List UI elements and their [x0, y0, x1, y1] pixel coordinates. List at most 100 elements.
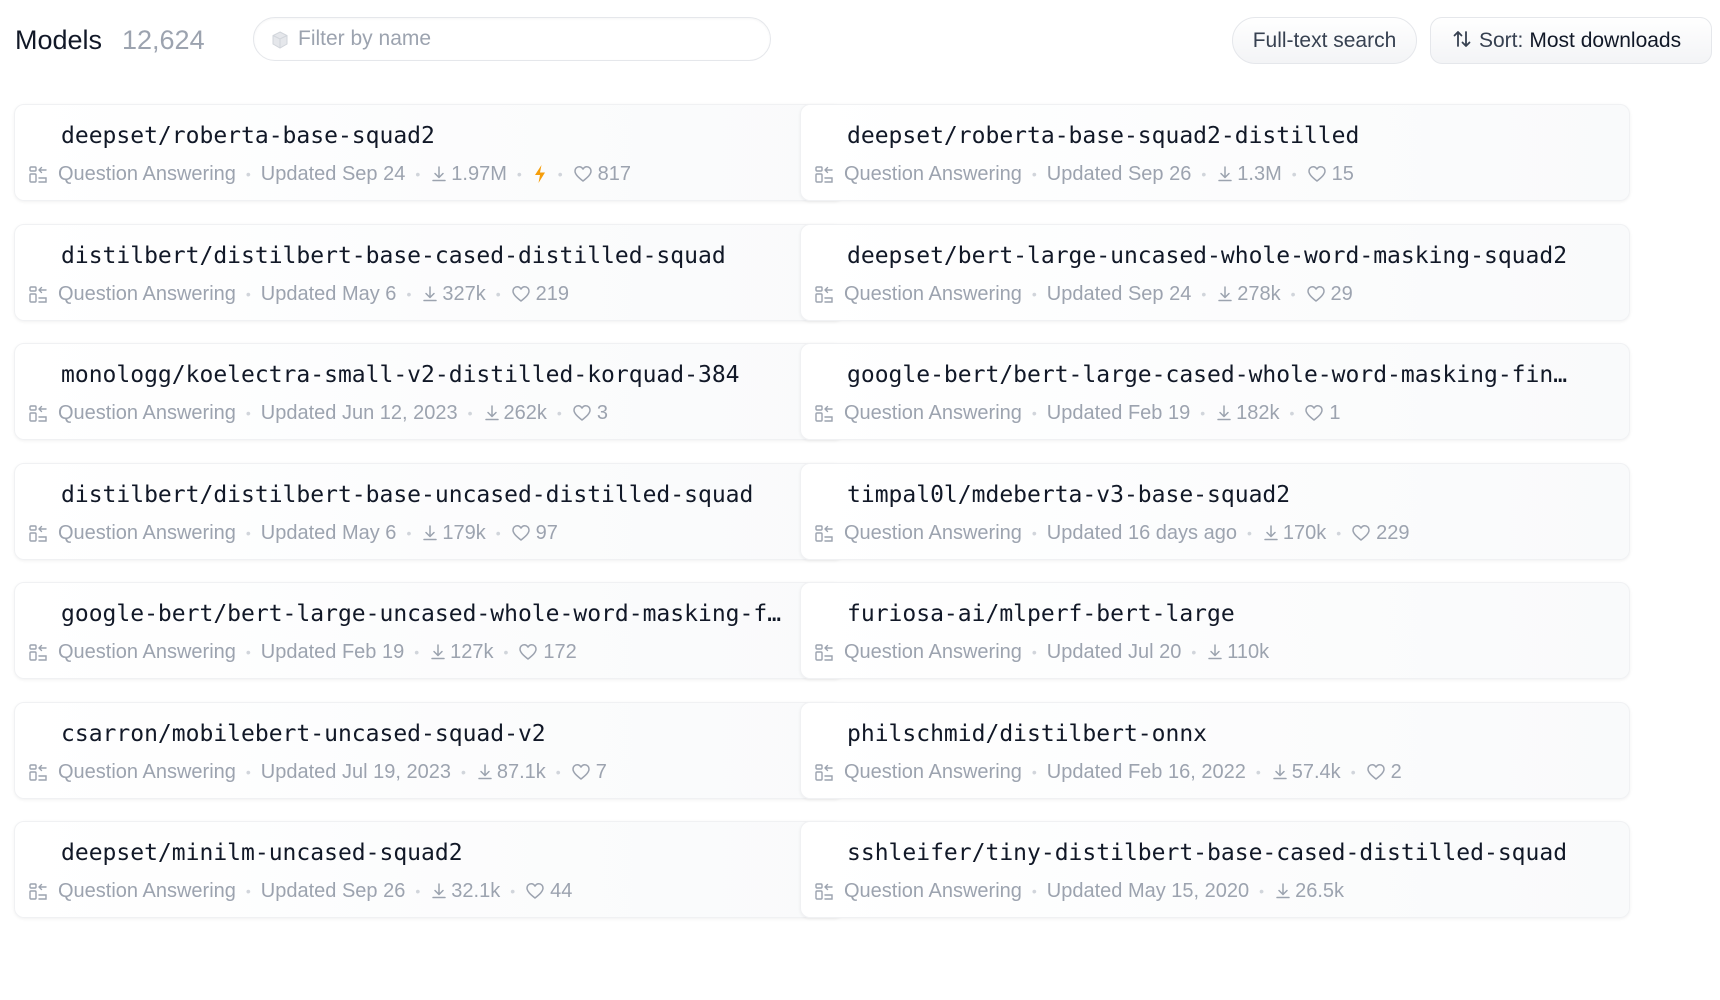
model-card[interactable]: distilbert/distilbert-base-uncased-disti… [14, 463, 844, 560]
updated-label: Updated Sep 24 [260, 162, 406, 185]
task-label: Question Answering [844, 162, 1022, 185]
heart-icon [526, 883, 544, 899]
model-card[interactable]: sshleifer/tiny-distilbert-base-cased-dis… [800, 821, 1630, 918]
heart-icon [571, 764, 590, 780]
model-card[interactable]: deepset/bert-large-uncased-whole-word-ma… [800, 224, 1630, 321]
model-name[interactable]: sshleifer/tiny-distilbert-base-cased-dis… [847, 838, 1615, 868]
separator-dot: • [245, 764, 251, 780]
models-header: Models 12,624 Full-text search Sort:Most… [0, 0, 1720, 82]
separator-dot: • [556, 405, 562, 421]
downloads-count: 179k [442, 521, 486, 544]
likes-count: 44 [550, 879, 573, 902]
separator-dot: • [1031, 405, 1037, 421]
model-name[interactable]: csarron/mobilebert-uncased-squad-v2 [61, 719, 829, 749]
task-label: Question Answering [844, 640, 1022, 663]
model-name[interactable]: deepset/minilm-uncased-squad2 [61, 838, 829, 868]
download-icon [431, 644, 445, 660]
likes-count: 2 [1390, 760, 1402, 783]
model-meta: Question Answering • Updated Sep 26 • 1.3M • 1… [814, 161, 1354, 187]
downloads-count: 278k [1237, 282, 1281, 305]
updated-label: Updated Feb 16, 2022 [1046, 760, 1246, 783]
question-answering-icon [29, 285, 47, 303]
downloads-count: 1.97M [451, 162, 507, 185]
model-name[interactable]: deepset/roberta-base-squad2 [61, 121, 829, 151]
download-icon [1264, 525, 1278, 541]
updated-label: Updated May 6 [260, 282, 397, 305]
likes-count: 172 [543, 640, 577, 663]
download-icon [423, 525, 438, 541]
model-meta: Question Answering • Updated Jul 19, 2023 •… [28, 759, 607, 785]
model-card[interactable]: google-bert/bert-large-cased-whole-word-… [800, 343, 1630, 440]
separator-dot: • [414, 644, 420, 660]
likes-count: 1 [1329, 401, 1341, 424]
task-label: Question Answering [58, 879, 236, 902]
model-name[interactable]: timpal0l/mdeberta-v3-base-squad2 [847, 480, 1615, 510]
task-label: Question Answering [844, 282, 1022, 305]
updated-label: Updated Jul 19, 2023 [260, 760, 451, 783]
heart-icon [519, 644, 538, 660]
separator-dot: • [1291, 166, 1297, 182]
download-icon [432, 166, 447, 182]
likes-count: 3 [596, 401, 608, 424]
task-label: Question Answering [58, 162, 236, 185]
heart-icon [573, 166, 592, 182]
question-answering-icon [29, 404, 47, 422]
model-card[interactable]: deepset/roberta-base-squad2 Question Answ… [14, 104, 844, 201]
question-answering-icon [815, 643, 833, 661]
model-card[interactable]: csarron/mobilebert-uncased-squad-v2 Quest… [14, 702, 844, 799]
model-name[interactable]: distilbert/distilbert-base-cased-distill… [61, 241, 829, 271]
model-name[interactable]: monologg/koelectra-small-v2-distilled-ko… [61, 360, 829, 390]
full-text-search-button[interactable]: Full-text search [1232, 17, 1417, 64]
sort-value: Most downloads [1529, 29, 1682, 52]
task-label: Question Answering [58, 282, 236, 305]
separator-dot: • [1201, 286, 1207, 302]
download-icon [1218, 166, 1233, 182]
heart-icon [1366, 764, 1385, 780]
model-card[interactable]: deepset/minilm-uncased-squad2 Question An… [14, 821, 844, 918]
heart-icon [511, 286, 530, 302]
model-name[interactable]: deepset/bert-large-uncased-whole-word-ma… [847, 241, 1615, 271]
separator-dot: • [510, 883, 516, 899]
question-answering-icon [815, 763, 833, 781]
model-meta: Question Answering • Updated Sep 24 • 1.97M •… [28, 161, 631, 187]
model-name[interactable]: philschmid/distilbert-onnx [847, 719, 1615, 749]
model-card[interactable]: deepset/roberta-base-squad2-distilled Que… [800, 104, 1630, 201]
model-name[interactable]: distilbert/distilbert-base-uncased-disti… [61, 480, 829, 510]
model-card[interactable]: timpal0l/mdeberta-v3-base-squad2 Question… [800, 463, 1630, 560]
separator-dot: • [1191, 644, 1197, 660]
model-name[interactable]: furiosa-ai/mlperf-bert-large [847, 599, 1615, 629]
separator-dot: • [1350, 764, 1356, 780]
model-card[interactable]: distilbert/distilbert-base-cased-distill… [14, 224, 844, 321]
download-icon [1276, 883, 1290, 899]
separator-dot: • [406, 286, 412, 302]
separator-dot: • [1031, 764, 1037, 780]
sort-button[interactable]: Sort: Most downloads [1430, 17, 1712, 64]
model-name[interactable]: deepset/roberta-base-squad2-distilled [847, 121, 1615, 151]
model-card[interactable]: furiosa-ai/mlperf-bert-large Question Ans… [800, 582, 1630, 679]
filter-input[interactable] [298, 18, 758, 60]
page-title: Models [15, 25, 103, 55]
downloads-count: 110k [1227, 640, 1270, 663]
separator-dot: • [1200, 405, 1206, 421]
downloads-count: 87.1k [496, 760, 546, 783]
separator-dot: • [467, 405, 473, 421]
question-answering-icon [815, 165, 833, 183]
task-label: Question Answering [58, 521, 236, 544]
question-answering-icon [29, 524, 47, 542]
model-name[interactable]: google-bert/bert-large-cased-whole-word-… [847, 360, 1615, 390]
downloads-count: 26.5k [1295, 879, 1345, 902]
download-icon [484, 405, 499, 421]
downloads-count: 1.3M [1237, 162, 1282, 185]
model-card[interactable]: google-bert/bert-large-uncased-whole-wor… [14, 582, 844, 679]
updated-label: Updated May 15, 2020 [1046, 879, 1250, 902]
filter-box[interactable] [253, 17, 771, 61]
heart-icon [1307, 166, 1326, 182]
model-card[interactable]: philschmid/distilbert-onnx Question Answe… [800, 702, 1630, 799]
cube-icon [272, 31, 288, 49]
model-name[interactable]: google-bert/bert-large-uncased-whole-wor… [61, 599, 829, 629]
model-card[interactable]: monologg/koelectra-small-v2-distilled-ko… [14, 343, 844, 440]
downloads-count: 327k [442, 282, 486, 305]
separator-dot: • [245, 883, 251, 899]
download-icon [1208, 644, 1222, 660]
updated-label: Updated Jul 20 [1046, 640, 1182, 663]
